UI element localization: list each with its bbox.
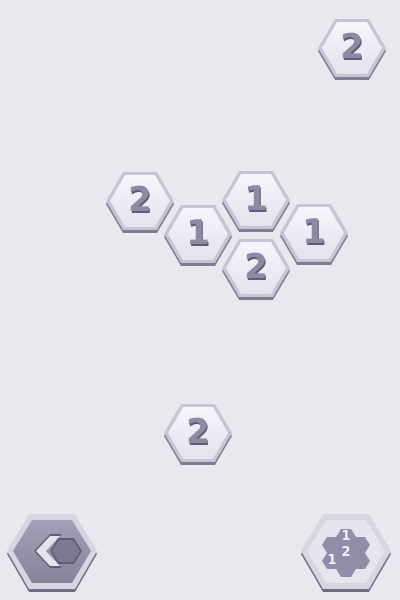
hexagon-shape [164, 404, 232, 465]
hex-tile-cluster-bottom[interactable]: 2 [221, 236, 291, 302]
hex-cluster-icon [301, 514, 391, 592]
hex-tile-top-right[interactable]: 2 [317, 16, 387, 82]
hexagon-shape [318, 19, 386, 80]
back-button[interactable] [6, 512, 98, 596]
hex-tile-lower[interactable]: 2 [163, 401, 233, 467]
back-hexagon-icon [7, 514, 97, 592]
hexagon-shape [222, 239, 290, 300]
hint-button[interactable]: 1 2 1 [300, 512, 392, 596]
